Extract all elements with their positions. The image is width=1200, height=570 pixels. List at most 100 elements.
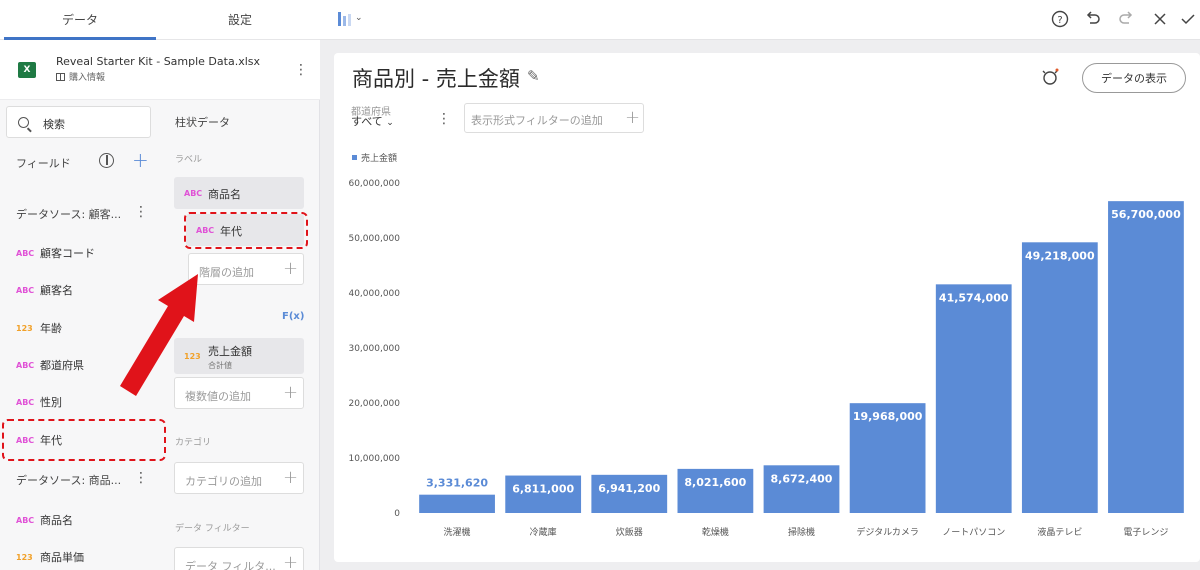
x-tick-label: 炊飯器	[616, 526, 643, 538]
field-item[interactable]: ABC 都道府県	[16, 357, 84, 373]
data-filter-section-title: データ フィルター	[175, 524, 250, 534]
data-label: 3,331,620	[426, 477, 488, 490]
bar-chart-icon[interactable]	[338, 12, 351, 26]
y-tick-label: 30,000,000	[348, 344, 400, 354]
text-type-icon: ABC	[16, 248, 35, 258]
chevron-down-icon[interactable]: ⌄	[355, 13, 363, 23]
arrow-shape	[120, 274, 198, 396]
add-view-filter-text: 表示形式フィルターの追加	[471, 114, 603, 127]
x-tick-label: デジタルカメラ	[856, 526, 919, 538]
field-label: 性別	[40, 396, 62, 409]
field-label: 年齢	[40, 322, 62, 335]
plus-icon: +	[283, 382, 299, 403]
data-panel: データ 設定 X Reveal Starter Kit - Sample Dat…	[0, 0, 320, 570]
field-label: 顧客名	[40, 284, 73, 297]
chart-card: 商品別 - 売上金額 ✎ データの表示 都道府県 すべて ⌄ ⋮ 表示形式フィル…	[334, 53, 1200, 562]
value-chip-text: 売上金額	[208, 345, 252, 358]
excel-icon: X	[18, 62, 36, 78]
label-section-title: ラベル	[175, 155, 203, 165]
field-item[interactable]: 123 商品単価	[16, 549, 84, 565]
canvas-area: ⌄ ? 商品別 - 売上金額 ✎ データの表示 都道府県 すべて ⌄ ⋮ 表示形…	[320, 0, 1200, 570]
bar	[1108, 201, 1184, 513]
add-view-filter-field[interactable]: 表示形式フィルターの追加 +	[464, 103, 644, 133]
text-type-icon: ABC	[184, 189, 203, 198]
filter-value: すべて	[351, 115, 383, 128]
add-category-text: カテゴリの追加	[185, 475, 262, 488]
x-tick-label: 洗濯機	[444, 526, 471, 538]
file-name: Reveal Starter Kit - Sample Data.xlsx	[56, 55, 260, 68]
help-icon[interactable]: ?	[1050, 9, 1070, 29]
fields-title: フィールド	[16, 157, 71, 170]
view-data-button[interactable]: データの表示	[1082, 63, 1186, 93]
check-icon[interactable]	[1178, 9, 1198, 29]
field-item[interactable]: ABC 性別	[16, 394, 62, 410]
fx-button[interactable]: F(x)	[282, 311, 304, 322]
field-label: 商品名	[40, 514, 73, 527]
data-label: 19,968,000	[853, 410, 923, 423]
data-label: 6,811,000	[512, 483, 574, 496]
redo-icon[interactable]	[1116, 9, 1136, 29]
text-type-icon: ABC	[16, 285, 35, 295]
label-chip[interactable]: ABC 商品名	[174, 177, 304, 209]
plus-icon: +	[283, 467, 299, 488]
y-tick-label: 50,000,000	[348, 234, 400, 244]
y-tick-label: 0	[394, 509, 400, 519]
file-subtitle: 購入情報	[56, 70, 105, 83]
add-field-icon[interactable]: +	[132, 150, 149, 170]
panel-tabs: データ 設定	[0, 0, 320, 40]
top-toolbar: ⌄ ?	[320, 0, 1200, 40]
chevron-down-icon: ⌄	[386, 118, 394, 128]
tab-settings[interactable]: 設定	[160, 0, 320, 39]
label-highlight-box	[184, 212, 308, 249]
field-item[interactable]: ABC 商品名	[16, 512, 73, 528]
add-data-filter-text: データ フィルタ...	[185, 560, 276, 570]
y-tick-label: 60,000,000	[348, 179, 400, 189]
text-type-icon: ABC	[16, 397, 35, 407]
edit-title-icon[interactable]: ✎	[527, 67, 540, 85]
add-data-filter-field[interactable]: データ フィルタ... +	[174, 547, 304, 570]
bar	[935, 284, 1012, 513]
bar	[419, 494, 495, 513]
datasource-title: データソース: 商品...	[16, 474, 122, 487]
alert-icon[interactable]	[1040, 67, 1060, 87]
datasource-title: データソース: 顧客...	[16, 208, 122, 221]
field-item[interactable]: 123 年齢	[16, 320, 62, 336]
add-category-field[interactable]: カテゴリの追加 +	[174, 462, 304, 494]
file-sheet-label: 購入情報	[69, 73, 106, 83]
y-tick-label: 40,000,000	[348, 289, 400, 299]
close-icon[interactable]	[1150, 9, 1170, 29]
datasource-menu-icon[interactable]: ⋮	[134, 471, 148, 485]
field-label: 都道府県	[40, 359, 84, 372]
text-type-icon: ABC	[16, 515, 35, 525]
plus-icon: +	[283, 552, 299, 570]
datasource-menu-icon[interactable]: ⋮	[134, 205, 148, 219]
field-item[interactable]: ABC 顧客名	[16, 282, 73, 298]
y-tick-label: 10,000,000	[348, 454, 400, 464]
x-tick-label: 乾燥機	[702, 526, 729, 538]
brain-icon[interactable]	[99, 153, 114, 168]
y-tick-label: 20,000,000	[348, 399, 400, 409]
field-item[interactable]: ABC 顧客コード	[16, 245, 95, 261]
tab-data[interactable]: データ	[0, 0, 160, 40]
field-highlight-box	[2, 419, 166, 461]
search-input[interactable]: 検索	[6, 106, 151, 138]
data-label: 8,021,600	[684, 476, 746, 489]
legend-swatch	[352, 155, 357, 160]
x-tick-label: 掃除機	[788, 526, 815, 538]
file-menu-icon[interactable]: ⋮	[294, 63, 308, 77]
datasource-file[interactable]: X	[0, 40, 320, 100]
table-icon	[56, 72, 65, 81]
undo-icon[interactable]	[1083, 9, 1103, 29]
x-tick-label: 電子レンジ	[1123, 527, 1168, 538]
app-root: データ 設定 X Reveal Starter Kit - Sample Dat…	[0, 0, 1200, 570]
chart-title[interactable]: 商品別 - 売上金額	[352, 63, 520, 93]
field-label: 顧客コード	[40, 247, 95, 260]
filter-dropdown[interactable]: すべて ⌄	[351, 113, 394, 129]
label-chip-text: 商品名	[208, 188, 241, 201]
bar-chart: 売上金額 0 10,000,000 20,000,000 30,000,000 40,00…	[348, 152, 1184, 538]
drag-arrow-annotation	[120, 274, 198, 396]
text-type-icon: ABC	[16, 360, 35, 370]
filter-menu-icon[interactable]: ⋮	[437, 112, 451, 126]
data-label: 41,574,000	[939, 291, 1009, 304]
search-icon	[18, 117, 29, 128]
